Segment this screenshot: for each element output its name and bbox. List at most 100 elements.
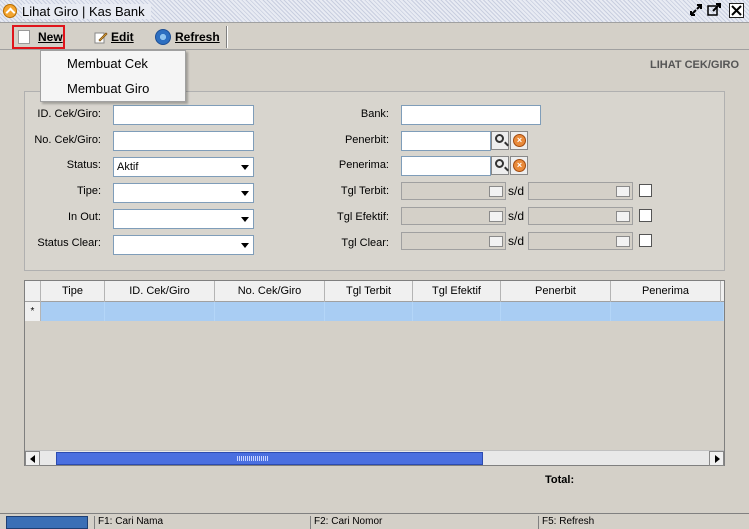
table-cell[interactable] [611, 302, 724, 321]
penerbit-clear-button[interactable]: × [510, 131, 528, 150]
toolbar-separator [226, 26, 228, 48]
status-select[interactable]: Aktif [113, 157, 254, 177]
menu-item-membuat-giro[interactable]: Membuat Giro [67, 81, 149, 96]
tipe-select[interactable] [113, 183, 254, 203]
close-icon[interactable] [729, 3, 744, 18]
tgl-terbit-to[interactable] [528, 182, 633, 200]
status-f1: F1: Cari Nama [94, 516, 308, 529]
penerima-clear-button[interactable]: × [510, 156, 528, 175]
window-title: Lihat Giro | Kas Bank [22, 4, 151, 19]
app-icon [3, 4, 17, 18]
new-dropdown-menu: Membuat Cek Membuat Giro [40, 50, 186, 102]
penerbit-label: Penerbit: [344, 134, 389, 146]
column-header-penerbit[interactable]: Penerbit [501, 281, 611, 302]
penerbit-search-button[interactable] [491, 131, 509, 150]
penerima-label: Penerima: [338, 159, 389, 171]
inout-label: In Out: [67, 211, 101, 223]
new-button-label: New [38, 30, 63, 44]
table-cell[interactable] [105, 302, 215, 321]
chevron-down-icon [241, 165, 249, 170]
horizontal-scrollbar[interactable] [25, 450, 724, 466]
penerima-search-button[interactable] [491, 156, 509, 175]
column-header-penerima[interactable]: Penerima [611, 281, 721, 302]
status-f5: F5: Refresh [538, 516, 743, 529]
table-cell[interactable] [501, 302, 611, 321]
status-label: Status: [66, 159, 101, 171]
search-icon [495, 159, 504, 168]
clear-icon: × [513, 134, 526, 147]
clear-icon: × [513, 159, 526, 172]
chevron-down-icon [241, 191, 249, 196]
grid-header: Tipe ID. Cek/Giro No. Cek/Giro Tgl Terbi… [25, 281, 724, 302]
data-grid: Tipe ID. Cek/Giro No. Cek/Giro Tgl Terbi… [24, 280, 725, 466]
maximize-icon[interactable] [706, 3, 721, 18]
tgl-terbit-label: Tgl Terbit: [340, 185, 389, 197]
penerbit-input[interactable] [401, 131, 491, 151]
tgl-terbit-checkbox[interactable] [639, 184, 652, 197]
status-bar: F1: Cari Nama F2: Cari Nomor F5: Refresh [0, 513, 749, 529]
status-select-value: Aktif [117, 161, 139, 173]
refresh-icon [155, 29, 171, 45]
edit-button-label: Edit [111, 30, 134, 44]
chevron-down-icon [241, 217, 249, 222]
calendar-icon[interactable] [489, 211, 503, 222]
scroll-left-button[interactable] [25, 451, 40, 466]
penerima-input[interactable] [401, 156, 491, 176]
range-separator: s/d [508, 184, 525, 198]
bank-label: Bank: [360, 108, 389, 120]
edit-button[interactable]: Edit [94, 27, 134, 47]
status-progress [6, 516, 88, 529]
menu-item-membuat-cek[interactable]: Membuat Cek [67, 56, 148, 71]
title-bar: Lihat Giro | Kas Bank [0, 0, 749, 23]
tgl-terbit-from[interactable] [401, 182, 506, 200]
tgl-clear-to[interactable] [528, 232, 633, 250]
no-cek-giro-input[interactable] [113, 131, 254, 151]
table-cell[interactable] [215, 302, 325, 321]
bank-input[interactable] [401, 105, 541, 125]
column-header-tipe[interactable]: Tipe [41, 281, 105, 302]
toolbar: New Edit Refresh [0, 24, 749, 50]
tgl-efektif-to[interactable] [528, 207, 633, 225]
tgl-clear-checkbox[interactable] [639, 234, 652, 247]
arrow-left-icon [30, 455, 35, 463]
tgl-efektif-checkbox[interactable] [639, 209, 652, 222]
tgl-clear-from[interactable] [401, 232, 506, 250]
inout-select[interactable] [113, 209, 254, 229]
status-clear-label: Status Clear: [37, 237, 101, 249]
scroll-right-button[interactable] [709, 451, 724, 466]
column-header-tgl-efektif[interactable]: Tgl Efektif [413, 281, 501, 302]
tgl-clear-label: Tgl Clear: [341, 237, 389, 249]
refresh-button-label: Refresh [175, 30, 220, 44]
pencil-icon [94, 30, 108, 44]
table-cell[interactable] [325, 302, 413, 321]
chevron-down-icon [241, 243, 249, 248]
column-header-no[interactable]: No. Cek/Giro [215, 281, 325, 302]
restore-icon[interactable] [688, 3, 703, 18]
scrollbar-thumb[interactable] [56, 452, 483, 465]
tgl-efektif-from[interactable] [401, 207, 506, 225]
new-button[interactable]: New [12, 25, 65, 49]
table-cell[interactable] [41, 302, 105, 321]
filter-panel: ID. Cek/Giro: No. Cek/Giro: Status: Tipe… [24, 91, 725, 271]
calendar-icon[interactable] [616, 236, 630, 247]
table-cell[interactable] [413, 302, 501, 321]
calendar-icon[interactable] [616, 186, 630, 197]
id-label: ID. Cek/Giro: [37, 108, 101, 120]
status-clear-select[interactable] [113, 235, 254, 255]
no-label: No. Cek/Giro: [34, 134, 101, 146]
grid-corner [25, 281, 41, 302]
calendar-icon[interactable] [616, 211, 630, 222]
new-row-marker: * [25, 302, 41, 321]
tgl-efektif-label: Tgl Efektif: [337, 211, 389, 223]
range-separator: s/d [508, 209, 525, 223]
column-header-tgl-terbit[interactable]: Tgl Terbit [325, 281, 413, 302]
id-cek-giro-input[interactable] [113, 105, 254, 125]
range-separator: s/d [508, 234, 525, 248]
table-row[interactable]: * [25, 302, 724, 321]
search-icon [495, 134, 504, 143]
calendar-icon[interactable] [489, 186, 503, 197]
status-f2: F2: Cari Nomor [310, 516, 536, 529]
column-header-id[interactable]: ID. Cek/Giro [105, 281, 215, 302]
calendar-icon[interactable] [489, 236, 503, 247]
refresh-button[interactable]: Refresh [155, 27, 220, 47]
